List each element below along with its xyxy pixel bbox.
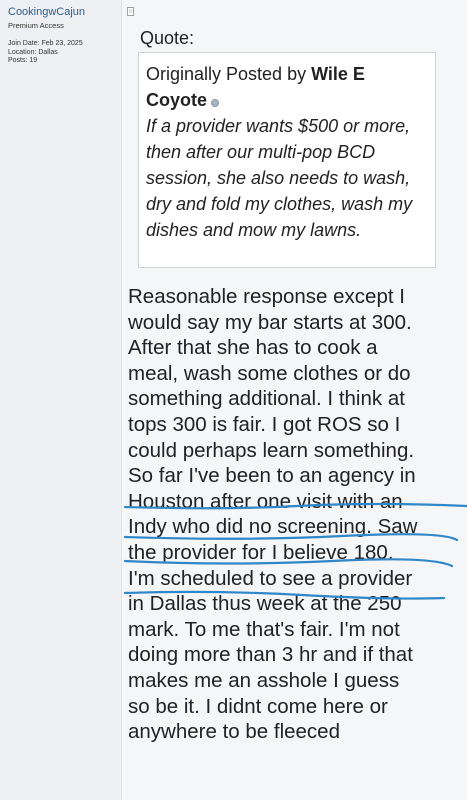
forum-post: CookingwCajun Premium Access Join Date: … xyxy=(0,0,467,800)
post-content: Quote: Originally Posted by Wile E Coyot… xyxy=(122,0,467,800)
post-count: Posts: 19 xyxy=(8,57,38,64)
quote-header: Originally Posted by Wile E Coyote xyxy=(146,61,427,113)
post-document-icon xyxy=(127,7,134,16)
post-body: Reasonable response except I would say m… xyxy=(128,285,418,744)
quote-box: Originally Posted by Wile E Coyote If a … xyxy=(138,52,436,268)
quote-text: If a provider wants $500 or more, then a… xyxy=(146,116,413,240)
user-rank: Premium Access xyxy=(8,21,64,30)
username-link[interactable]: CookingwCajun xyxy=(8,6,121,19)
join-date: Join Date: Feb 23, 2025 xyxy=(8,40,83,47)
user-meta: Join Date: Feb 23, 2025 Location: Dallas… xyxy=(8,40,121,66)
quote-label: Quote: xyxy=(140,28,195,48)
quote-prefix: Originally Posted by xyxy=(146,64,312,84)
user-info-panel: CookingwCajun Premium Access Join Date: … xyxy=(0,0,122,800)
view-post-icon[interactable] xyxy=(211,99,220,107)
location: Location: Dallas xyxy=(8,48,58,56)
